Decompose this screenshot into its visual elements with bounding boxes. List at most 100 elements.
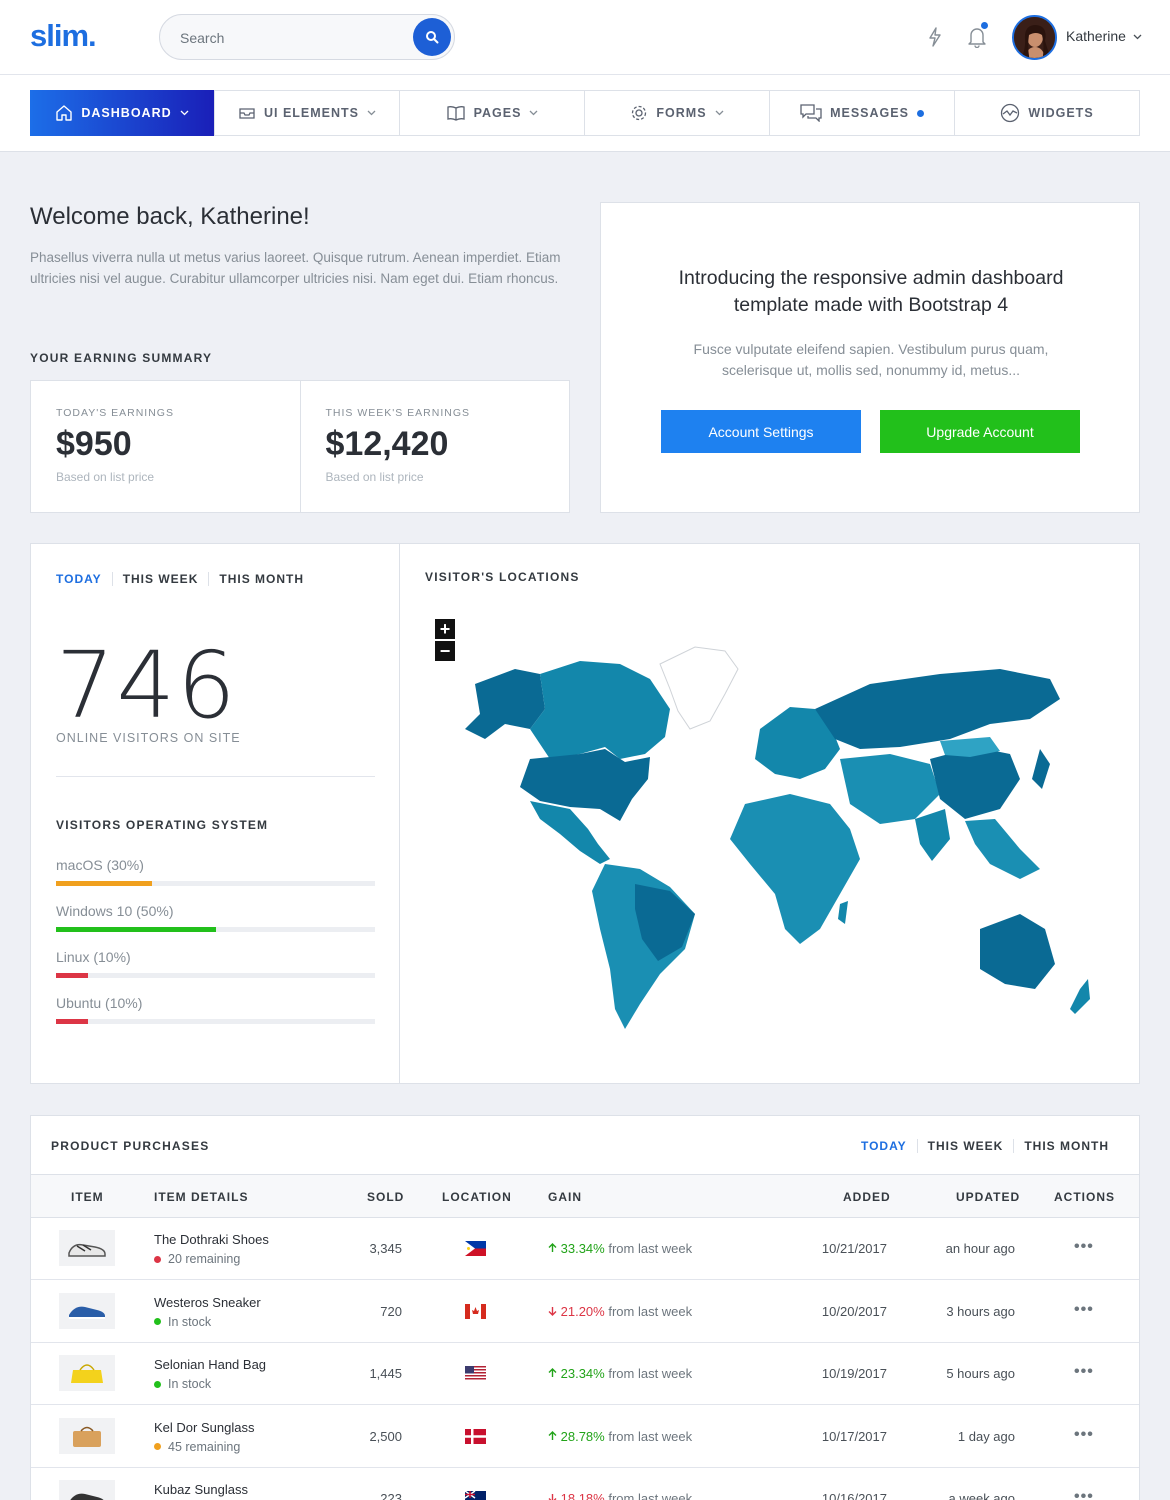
search-button[interactable]: [413, 18, 451, 56]
tab-this-month[interactable]: THIS MONTH: [1013, 1139, 1119, 1153]
table-row[interactable]: Kel Dor Sunglass 45 remaining 2,500 28.78%…: [31, 1406, 1139, 1468]
country-flag-icon: [465, 1241, 486, 1256]
table-row[interactable]: Westeros Sneaker In stock 720 21.20% from …: [31, 1281, 1139, 1343]
chevron-down-icon: [367, 110, 376, 116]
map-region-japan: [1032, 749, 1050, 789]
nav-ui-elements[interactable]: UI ELEMENTS: [215, 91, 400, 135]
country-flag-icon: [465, 1491, 486, 1500]
arrow-up-icon: [548, 1243, 557, 1252]
product-name[interactable]: Kel Dor Sunglass: [154, 1420, 254, 1435]
sold-count: 1,445: [369, 1366, 402, 1381]
product-name[interactable]: The Dothraki Shoes: [154, 1232, 269, 1247]
inbox-icon: [239, 108, 255, 119]
gain: 23.34% from last week: [548, 1366, 692, 1381]
nav-dashboard[interactable]: DASHBOARD: [30, 90, 215, 136]
country-flag-icon: [465, 1366, 486, 1381]
avatar[interactable]: [1012, 15, 1057, 60]
nav-messages[interactable]: MESSAGES: [770, 91, 955, 135]
tab-this-week[interactable]: THIS WEEK: [916, 1139, 1014, 1153]
tab-this-week[interactable]: THIS WEEK: [111, 572, 209, 586]
added-date: 10/20/2017: [821, 1303, 887, 1319]
os-row: Ubuntu (10%): [56, 995, 375, 1024]
column-header: ITEM DETAILS: [154, 1190, 249, 1204]
os-name: Windows 10 (50%): [56, 903, 174, 919]
page-title: Welcome back, Katherine!: [30, 203, 310, 230]
earnings-value: $950: [56, 425, 132, 463]
column-header: GAIN: [548, 1190, 582, 1204]
map-region-greenland: [659, 646, 739, 730]
product-thumbnail[interactable]: [59, 1230, 115, 1266]
product-thumbnail[interactable]: [59, 1292, 115, 1329]
more-actions-icon[interactable]: •••: [1074, 1488, 1094, 1500]
main-nav: DASHBOARD UI ELEMENTS PAGES FORMS MESSAG…: [30, 90, 1140, 136]
os-progress-fill: [56, 881, 152, 886]
product-thumbnail[interactable]: [59, 1355, 115, 1391]
product-name[interactable]: Kubaz Sunglass: [154, 1482, 248, 1497]
os-row: Linux (10%): [56, 949, 375, 978]
purchases-label: PRODUCT PURCHASES: [51, 1139, 210, 1153]
chat-icon: [800, 104, 822, 122]
product-thumbnail[interactable]: [59, 1417, 115, 1454]
updated-time: 5 hours ago: [946, 1366, 1015, 1381]
table-row[interactable]: Kubaz Sunglass 223 18.18% from last week 1…: [31, 1468, 1139, 1500]
lightning-icon[interactable]: [923, 24, 947, 50]
product-thumbnail[interactable]: [59, 1480, 115, 1500]
chevron-down-icon: [715, 110, 724, 116]
os-name: macOS (30%): [56, 857, 144, 873]
online-visitors-caption: ONLINE VISITORS ON SITE: [56, 731, 241, 745]
updated-time: 3 hours ago: [946, 1303, 1015, 1319]
more-actions-icon[interactable]: •••: [1074, 1426, 1094, 1444]
tab-today[interactable]: TODAY: [861, 1139, 917, 1153]
world-map[interactable]: [420, 629, 1120, 1029]
gain-percent: 23.34%: [560, 1366, 605, 1381]
book-icon: [446, 106, 465, 121]
more-actions-icon[interactable]: •••: [1074, 1363, 1094, 1381]
updated-time: an hour ago: [945, 1241, 1015, 1256]
table-header: ITEM ITEM DETAILS SOLD LOCATION GAIN ADD…: [31, 1174, 1139, 1218]
gain-suffix: from last week: [608, 1428, 693, 1444]
logo[interactable]: slim.: [30, 18, 97, 54]
map-region-australia: [980, 914, 1055, 989]
nav-label: PAGES: [473, 106, 522, 120]
arrow-up-icon: [548, 1368, 557, 1377]
added-date: 10/19/2017: [821, 1366, 887, 1381]
os-progress-fill: [56, 927, 216, 932]
os-name: Linux (10%): [56, 949, 131, 965]
tab-this-month[interactable]: THIS MONTH: [208, 572, 314, 586]
map-region-madagascar: [838, 901, 848, 924]
product-stock: 20 remaining: [154, 1252, 240, 1266]
nav-pages[interactable]: PAGES: [400, 91, 585, 135]
user-menu[interactable]: Katherine: [1066, 28, 1142, 44]
account-settings-button[interactable]: Account Settings: [661, 410, 861, 453]
map-region-africa: [730, 794, 860, 944]
column-header: UPDATED: [956, 1190, 1021, 1204]
bell-icon[interactable]: [965, 22, 989, 50]
os-progress-track: [56, 973, 375, 978]
updated-time: a week ago: [948, 1491, 1016, 1500]
more-actions-icon[interactable]: •••: [1074, 1238, 1094, 1256]
upgrade-account-button[interactable]: Upgrade Account: [880, 410, 1080, 453]
promo-text: Fusce vulputate eleifend sapien. Vestibu…: [693, 341, 1049, 378]
gain-suffix: from last week: [608, 1303, 693, 1319]
gain-suffix: from last week: [608, 1491, 693, 1500]
nav-widgets[interactable]: WIDGETS: [955, 91, 1139, 135]
stock-text: In stock: [168, 1377, 212, 1391]
nav-label: FORMS: [656, 106, 707, 120]
stock-status-dot: [154, 1443, 161, 1450]
search-input[interactable]: [180, 27, 400, 49]
nav-forms[interactable]: FORMS: [585, 91, 770, 135]
stock-text: 45 remaining: [168, 1439, 241, 1454]
stock-status-dot: [154, 1380, 161, 1388]
more-actions-icon[interactable]: •••: [1074, 1301, 1094, 1319]
stock-text: 20 remaining: [168, 1252, 241, 1266]
product-name[interactable]: Selonian Hand Bag: [154, 1357, 266, 1372]
promo-card: Introducing the responsive admin dashboa…: [600, 202, 1140, 513]
product-name[interactable]: Westeros Sneaker: [154, 1295, 261, 1310]
updated-time: 1 day ago: [957, 1428, 1015, 1444]
gain-suffix: from last week: [608, 1366, 693, 1381]
table-row[interactable]: The Dothraki Shoes 20 remaining 3,345 33.3…: [31, 1218, 1139, 1280]
messages-badge-dot: [916, 109, 924, 117]
table-row[interactable]: Selonian Hand Bag In stock 1,445 23.34% fr…: [31, 1343, 1139, 1405]
tab-today[interactable]: TODAY: [56, 572, 112, 586]
earnings-value: $12,420: [325, 425, 449, 463]
